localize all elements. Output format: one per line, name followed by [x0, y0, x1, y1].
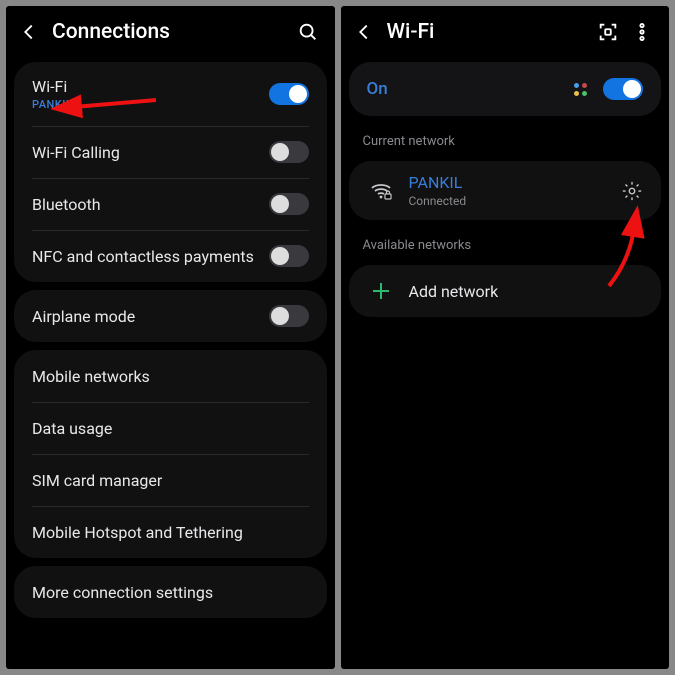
sim-label: SIM card manager: [32, 471, 309, 490]
wifi-calling-row[interactable]: Wi-Fi Calling: [14, 126, 327, 178]
current-network-card: PANKIL Connected: [349, 161, 662, 220]
connections-card-4: More connection settings: [14, 566, 327, 618]
network-status: Connected: [409, 194, 606, 208]
more-connection-label: More connection settings: [32, 583, 309, 602]
connections-card-3: Mobile networks Data usage SIM card mana…: [14, 350, 327, 558]
wifi-row[interactable]: Wi-Fi PANKIL: [14, 62, 327, 126]
search-icon[interactable]: [297, 21, 319, 43]
airplane-row[interactable]: Airplane mode: [14, 290, 327, 342]
mobile-networks-label: Mobile networks: [32, 367, 309, 386]
network-name: PANKIL: [409, 173, 606, 192]
wifi-label: Wi-Fi: [32, 77, 269, 96]
page-title: Connections: [52, 20, 285, 44]
airplane-toggle[interactable]: [269, 305, 309, 327]
connections-screen: Connections Wi-Fi PANKIL Wi-Fi Calling B…: [6, 6, 335, 669]
more-icon[interactable]: [631, 21, 653, 43]
wifi-sub: PANKIL: [32, 98, 269, 111]
bixby-routines-icon[interactable]: [574, 83, 587, 96]
wifi-on-label: On: [367, 79, 575, 99]
connections-card-2: Airplane mode: [14, 290, 327, 342]
current-network-row[interactable]: PANKIL Connected: [349, 161, 662, 220]
wifi-screen: Wi-Fi On Current network: [341, 6, 670, 669]
add-network-row[interactable]: Add network: [349, 265, 662, 317]
connections-card-1: Wi-Fi PANKIL Wi-Fi Calling Bluetooth NFC…: [14, 62, 327, 282]
sim-row[interactable]: SIM card manager: [14, 454, 327, 506]
gear-icon[interactable]: [621, 180, 643, 202]
mobile-networks-row[interactable]: Mobile networks: [14, 350, 327, 402]
wifi-master-toggle[interactable]: [603, 78, 643, 100]
wifi-on-card: On: [349, 62, 662, 116]
bluetooth-toggle[interactable]: [269, 193, 309, 215]
header: Wi-Fi: [341, 6, 670, 58]
header: Connections: [6, 6, 335, 58]
more-connection-row[interactable]: More connection settings: [14, 566, 327, 618]
page-title: Wi-Fi: [387, 20, 586, 44]
available-networks-card: Add network: [349, 265, 662, 317]
wifi-secure-icon: [369, 179, 393, 203]
nfc-toggle[interactable]: [269, 245, 309, 267]
wifi-toggle[interactable]: [269, 83, 309, 105]
add-network-label: Add network: [409, 282, 499, 301]
bluetooth-label: Bluetooth: [32, 195, 269, 214]
wifi-calling-toggle[interactable]: [269, 141, 309, 163]
qr-scan-icon[interactable]: [597, 21, 619, 43]
nfc-row[interactable]: NFC and contactless payments: [14, 230, 327, 282]
nfc-label: NFC and contactless payments: [32, 247, 269, 266]
data-usage-row[interactable]: Data usage: [14, 402, 327, 454]
hotspot-row[interactable]: Mobile Hotspot and Tethering: [14, 506, 327, 558]
back-icon[interactable]: [353, 21, 375, 43]
airplane-label: Airplane mode: [32, 307, 269, 326]
plus-icon: [371, 281, 391, 301]
available-networks-header: Available networks: [341, 224, 670, 261]
back-icon[interactable]: [18, 21, 40, 43]
current-network-header: Current network: [341, 120, 670, 157]
data-usage-label: Data usage: [32, 419, 309, 438]
bluetooth-row[interactable]: Bluetooth: [14, 178, 327, 230]
hotspot-label: Mobile Hotspot and Tethering: [32, 523, 309, 542]
wifi-calling-label: Wi-Fi Calling: [32, 143, 269, 162]
